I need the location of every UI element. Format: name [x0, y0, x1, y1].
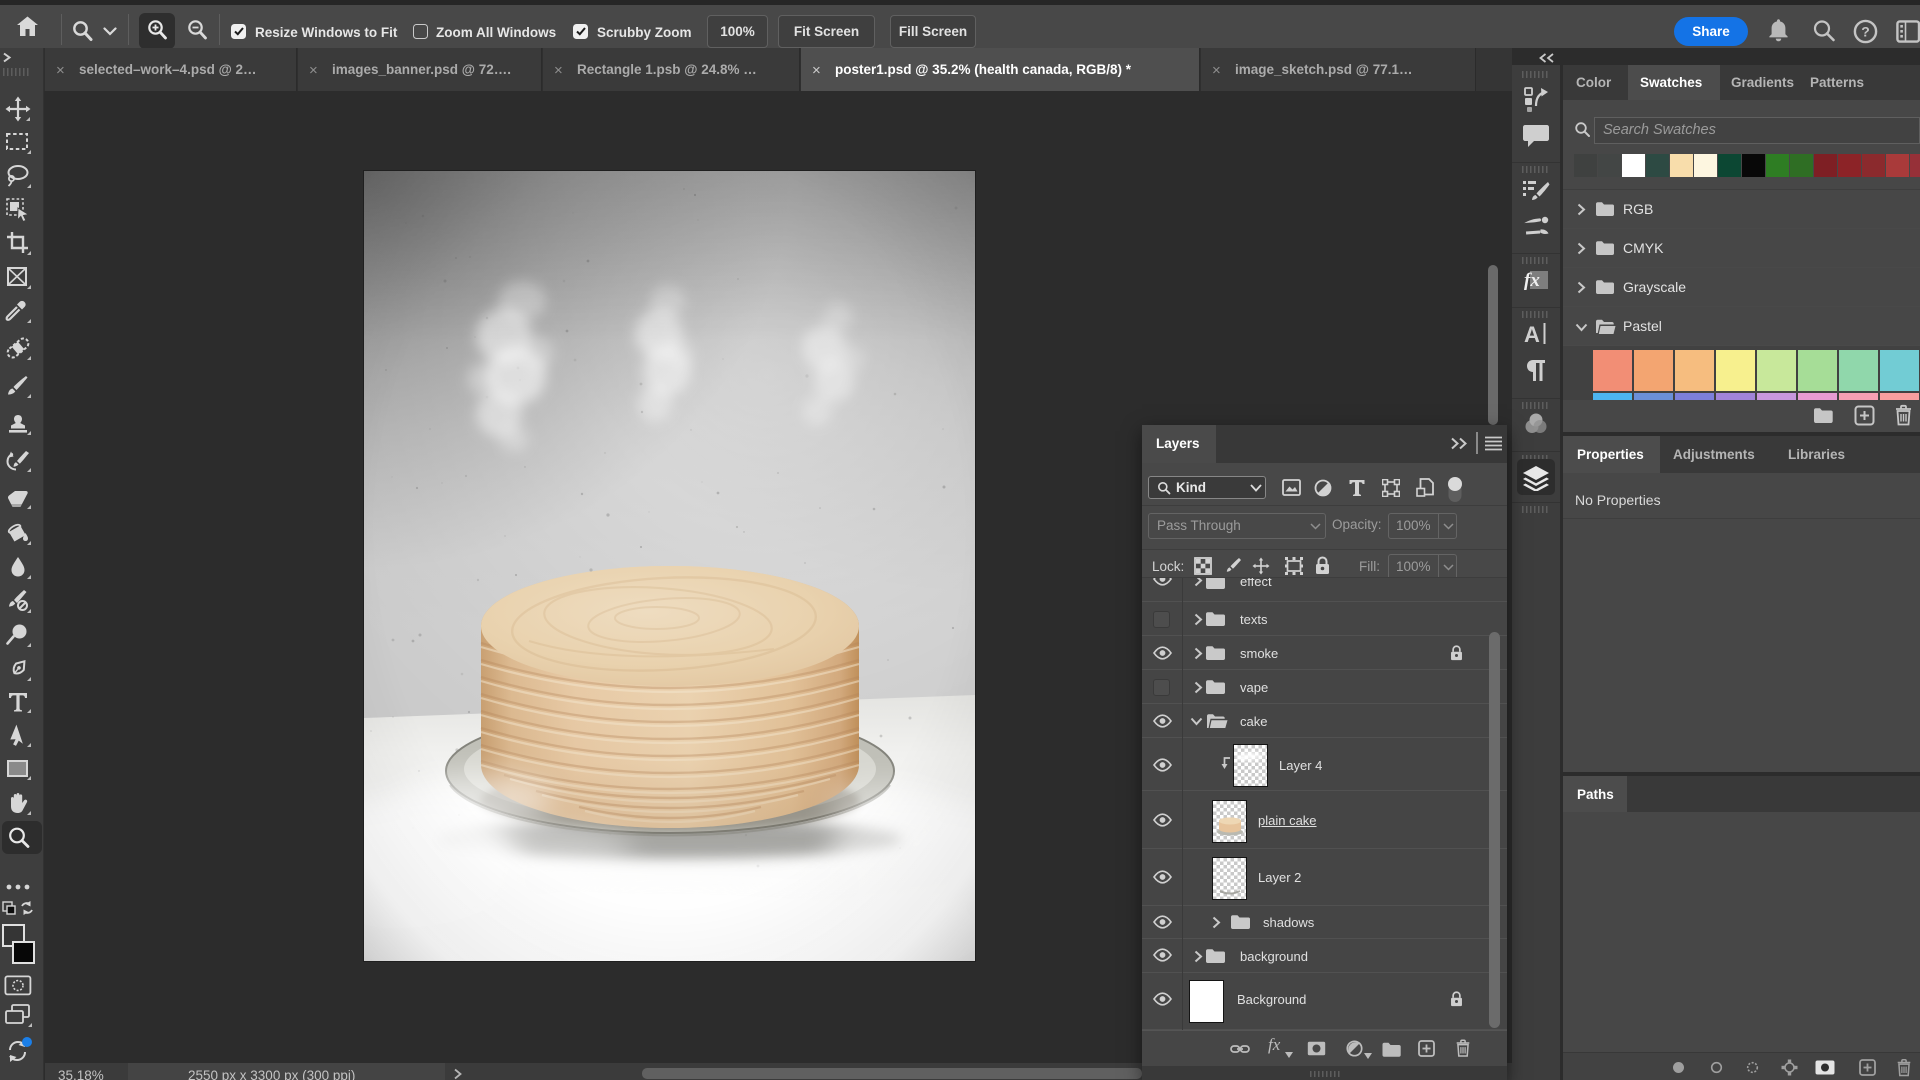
svg-text:?: ?: [1861, 24, 1870, 40]
svg-text:fx: fx: [1524, 270, 1540, 291]
svg-text:A: A: [1524, 322, 1540, 346]
